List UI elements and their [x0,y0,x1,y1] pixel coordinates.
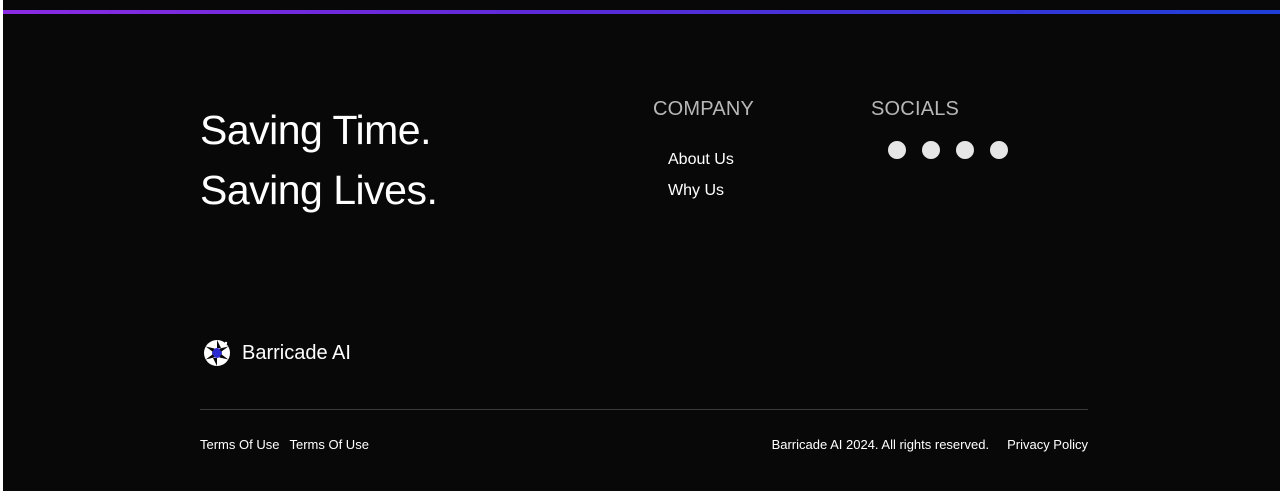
social-icon-2[interactable] [922,141,940,159]
legal-links: Terms Of Use Terms Of Use [200,437,369,452]
company-heading: COMPANY [653,98,755,120]
socials-heading: SOCIALS [871,98,960,120]
why-us-link[interactable]: Why Us [668,175,734,206]
social-icon-1[interactable] [888,141,906,159]
copyright-text: Barricade AI 2024. All rights reserved. [771,437,990,452]
legal-info: Barricade AI 2024. All rights reserved. … [772,437,1088,452]
about-us-link[interactable]: About Us [668,144,734,175]
brand-logo-link[interactable]: Barricade AI [202,338,351,368]
tagline-line-1: Saving Time. [200,107,432,153]
brand-name: Barricade AI [242,341,351,364]
footer-divider [200,409,1088,410]
terms-of-use-link-2[interactable]: Terms Of Use [289,437,368,452]
social-icon-4[interactable] [990,141,1008,159]
company-links: About Us Why Us [668,144,734,206]
accent-gradient-bar [3,10,1280,14]
social-links [888,141,1008,159]
terms-of-use-link[interactable]: Terms Of Use [200,437,279,452]
tagline-line-2: Saving Lives. [200,167,438,213]
aperture-logo-icon [204,340,230,366]
social-icon-3[interactable] [956,141,974,159]
privacy-policy-link[interactable]: Privacy Policy [1007,437,1088,452]
footer-tagline: Saving Time. Saving Lives. [200,100,438,220]
site-footer: Saving Time. Saving Lives. COMPANY About… [3,0,1280,491]
